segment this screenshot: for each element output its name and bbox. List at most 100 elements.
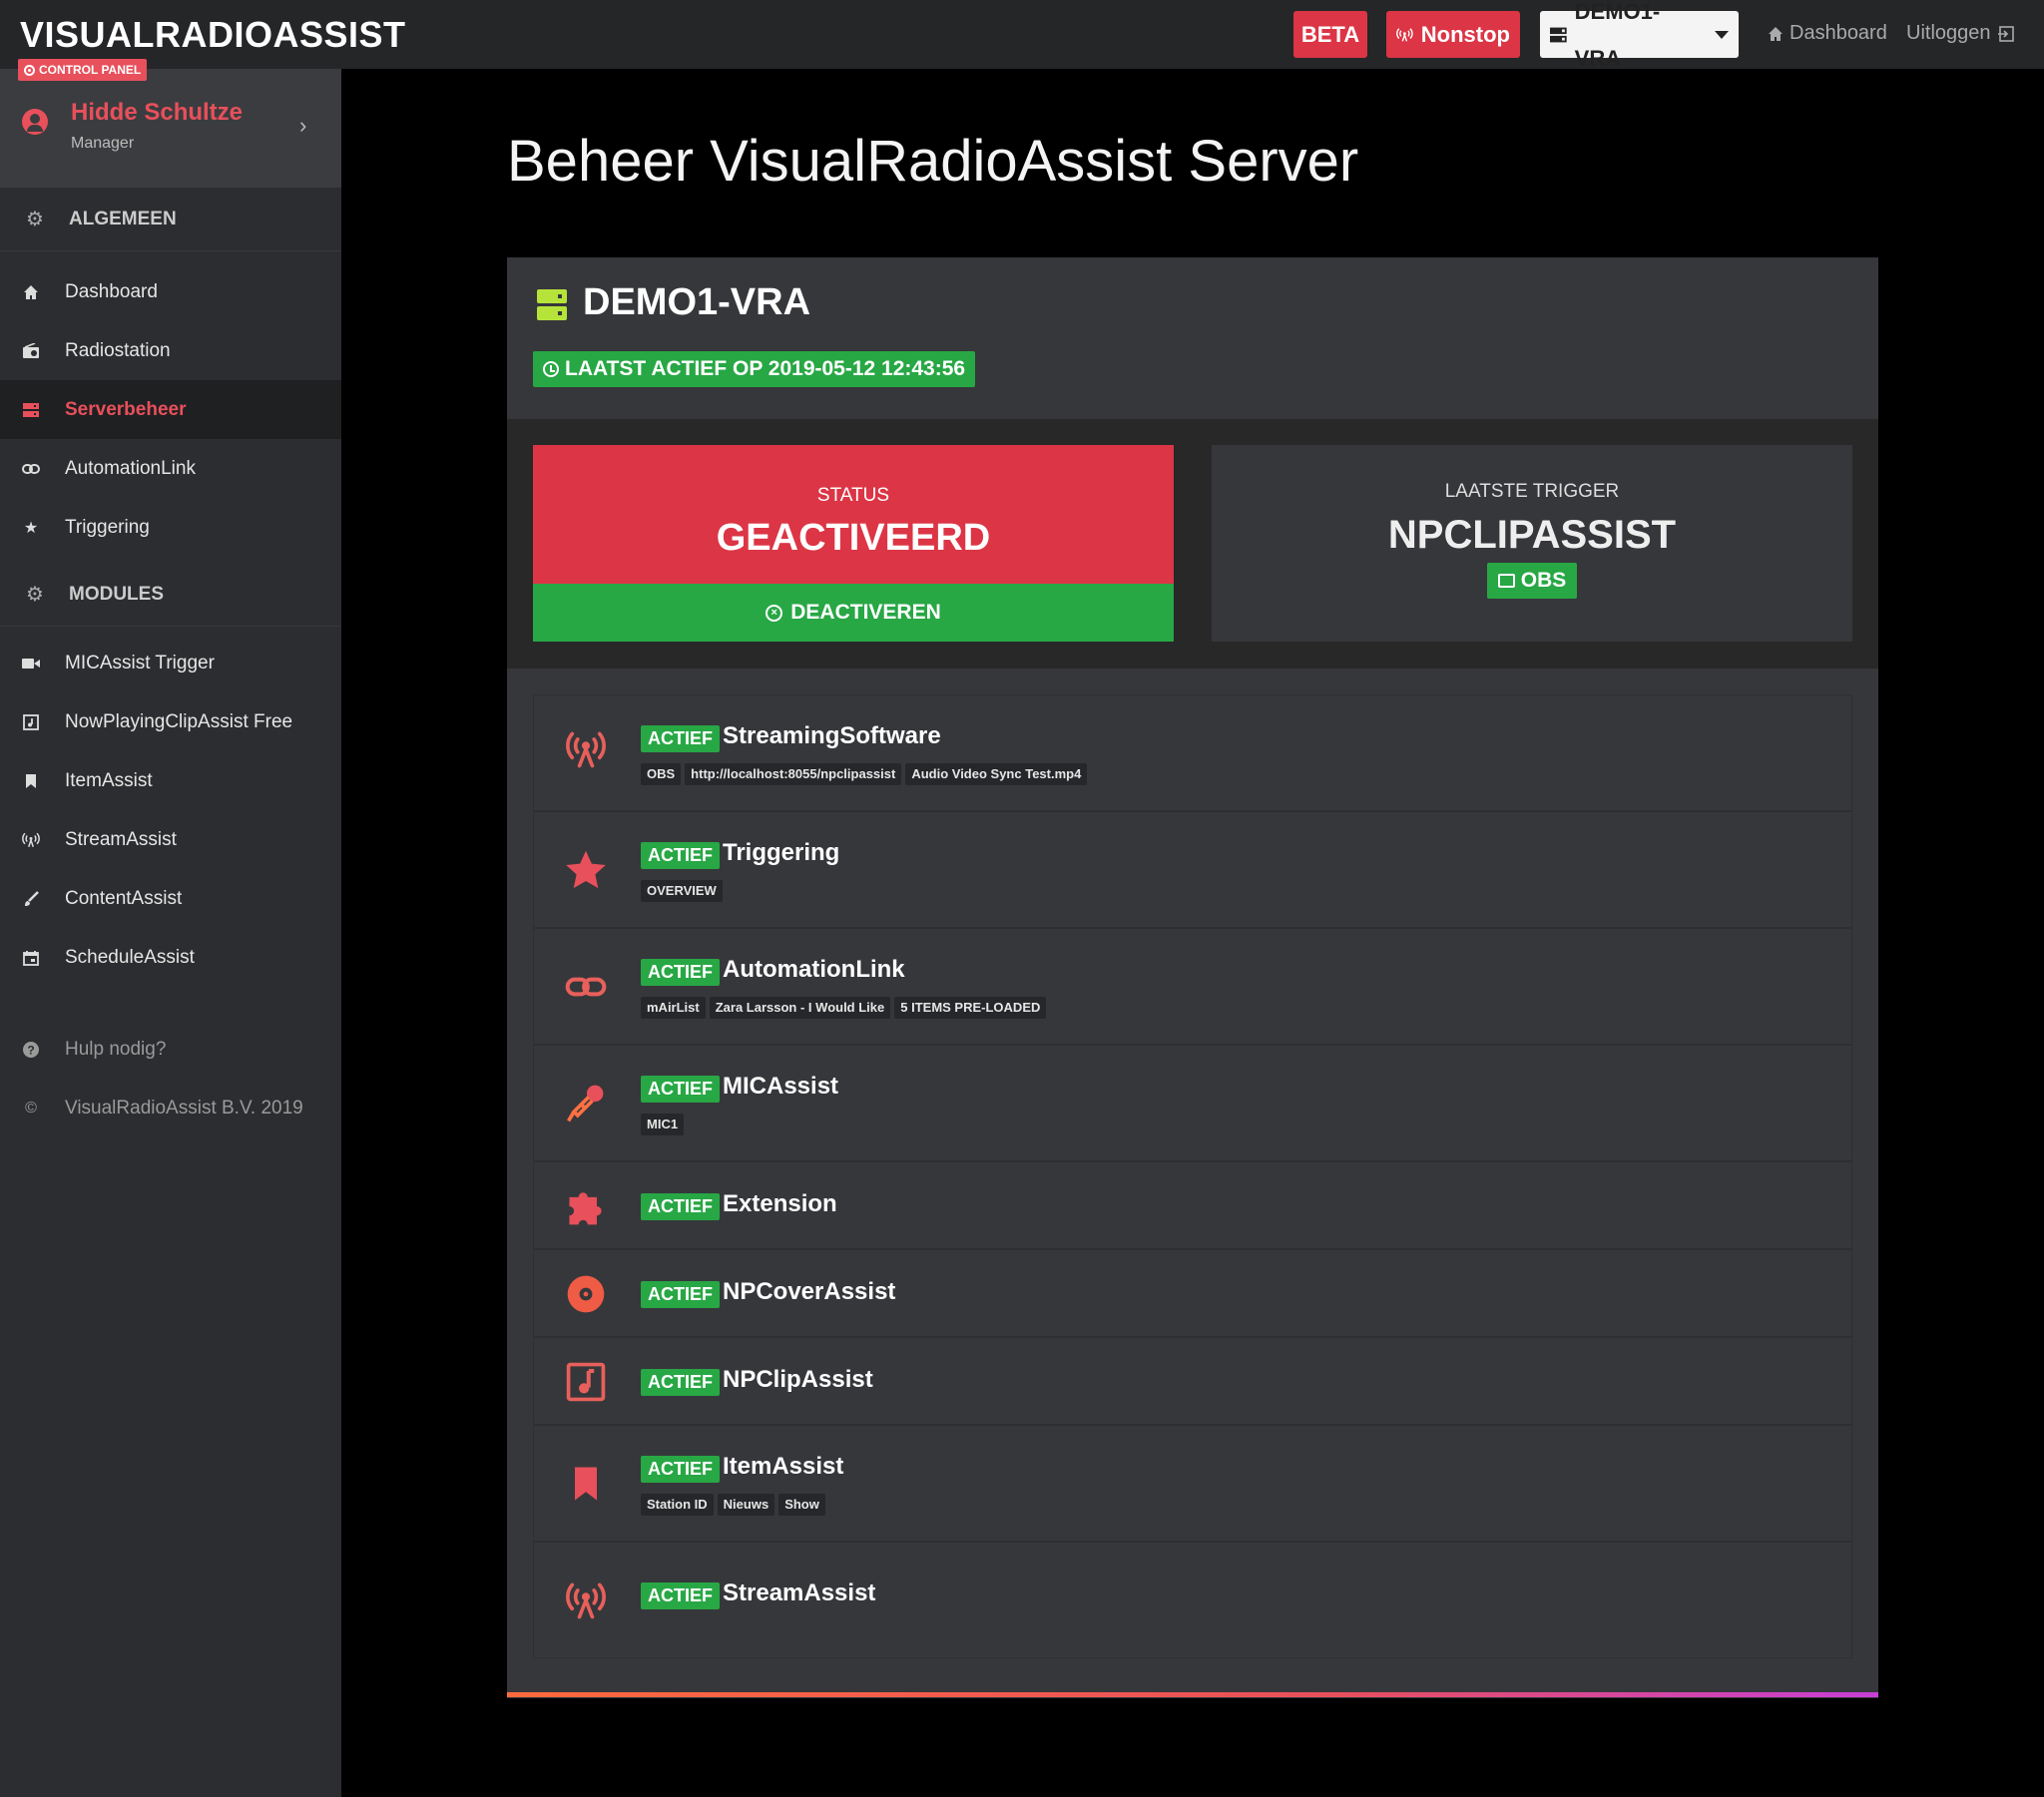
sidebar-item-nowplayingclipassist[interactable]: NowPlayingClipAssist Free	[0, 692, 341, 751]
server-dropdown[interactable]: DEMO1-VRA	[1540, 0, 1739, 71]
sidebar-item-triggering[interactable]: ★ Triggering	[0, 498, 341, 557]
module-status-badge: ACTIEF	[641, 1582, 720, 1609]
server-card-header: DEMO1-VRA LAATST ACTIEF OP 2019-05-12 12…	[507, 257, 1878, 419]
control-panel-badge: CONTROL PANEL	[18, 59, 148, 81]
clock-icon	[543, 361, 559, 377]
bookmark-icon	[564, 1462, 608, 1506]
last-trigger-label: LAATSTE TRIGGER	[1444, 481, 1620, 502]
server-name: DEMO1-VRA	[583, 281, 811, 323]
module-tag: OBS	[641, 763, 682, 785]
broadcast-icon	[1396, 27, 1413, 42]
video-camera-icon	[22, 655, 40, 673]
microphone-icon	[564, 1082, 608, 1125]
broadcast-icon	[564, 1578, 608, 1622]
logout-link[interactable]: Uitloggen	[1906, 22, 2015, 45]
sidebar-item-automationlink[interactable]: AutomationLink	[0, 439, 341, 498]
sidebar-item-scheduleassist[interactable]: ScheduleAssist	[0, 928, 341, 987]
user-name: Hidde Schultze	[71, 99, 244, 126]
logout-link-label: Uitloggen	[1906, 22, 1991, 44]
module-status-badge: ACTIEF	[641, 1369, 720, 1396]
module-item-streamassist[interactable]: ACTIEF StreamAssist	[533, 1542, 1852, 1658]
server-stats: STATUS GEACTIVEERD × DEACTIVEREN LAATSTE…	[507, 419, 1878, 669]
server-icon	[1550, 27, 1567, 42]
module-tags: MIC1	[641, 1114, 685, 1135]
module-tags: Station ID Nieuws Show	[641, 1494, 825, 1516]
module-status-badge: ACTIEF	[641, 1076, 720, 1103]
sidebar-item-contentassist[interactable]: ContentAssist	[0, 869, 341, 928]
server-icon	[22, 401, 40, 419]
chevron-right-icon: ›	[299, 113, 307, 138]
brand-logo[interactable]: VISUALRADIOASSIST	[20, 14, 406, 56]
module-status-badge: ACTIEF	[641, 959, 720, 986]
status-display: STATUS GEACTIVEERD	[533, 445, 1174, 584]
sidebar-item-label: Serverbeheer	[65, 398, 187, 420]
module-name: Extension	[723, 1190, 837, 1217]
module-name: StreamingSoftware	[723, 722, 941, 749]
target-icon	[24, 64, 35, 76]
sidebar-item-itemassist[interactable]: ItemAssist	[0, 751, 341, 810]
module-status-badge: ACTIEF	[641, 842, 720, 869]
beta-button[interactable]: BETA	[1293, 11, 1367, 58]
disc-icon	[564, 1272, 608, 1316]
sidebar-item-serverbeheer[interactable]: Serverbeheer	[0, 380, 341, 439]
sidebar-item-dashboard[interactable]: Dashboard	[0, 262, 341, 321]
module-item-extension[interactable]: ACTIEF Extension	[533, 1161, 1852, 1249]
sidebar-item-label: Radiostation	[65, 339, 171, 361]
logout-icon	[1997, 25, 2014, 42]
gear-icon: ⚙	[26, 584, 44, 606]
help-link[interactable]: ? Hulp nodig?	[0, 1020, 341, 1079]
module-tag: MIC1	[641, 1114, 685, 1135]
module-name: NPClipAssist	[723, 1366, 873, 1393]
module-tags: OVERVIEW	[641, 880, 723, 902]
module-item-npcoverassist[interactable]: ACTIEF NPCoverAssist	[533, 1249, 1852, 1337]
sidebar-section-label: MODULES	[69, 583, 164, 605]
module-tag: 5 ITEMS PRE-LOADED	[894, 997, 1047, 1019]
dashboard-link-label: Dashboard	[1789, 22, 1887, 44]
module-item-automationlink[interactable]: ACTIEF AutomationLink mAirList Zara Lars…	[533, 928, 1852, 1045]
module-name: Triggering	[723, 839, 840, 866]
nonstop-label: Nonstop	[1420, 22, 1510, 47]
sidebar-item-radiostation[interactable]: Radiostation	[0, 321, 341, 380]
module-item-itemassist[interactable]: ACTIEF ItemAssist Station ID Nieuws Show	[533, 1425, 1852, 1542]
trigger-source-badge: OBS	[1487, 563, 1577, 599]
module-tag: Zara Larsson - I Would Like	[709, 997, 891, 1019]
module-item-micassist[interactable]: ACTIEF MICAssist MIC1	[533, 1045, 1852, 1161]
sidebar-item-label: StreamAssist	[65, 828, 177, 850]
broadcast-icon	[22, 831, 40, 849]
accent-divider	[507, 1692, 1878, 1697]
module-name: StreamAssist	[723, 1579, 876, 1606]
module-item-npclipassist[interactable]: ACTIEF NPClipAssist	[533, 1337, 1852, 1425]
user-avatar-icon	[22, 109, 48, 135]
home-icon	[22, 283, 40, 301]
sidebar-item-label: ContentAssist	[65, 887, 183, 909]
module-tag: Station ID	[641, 1494, 714, 1516]
sidebar-item-micassist-trigger[interactable]: MICAssist Trigger	[0, 634, 341, 692]
page-title: Beheer VisualRadioAssist Server	[507, 129, 1359, 194]
server-card: DEMO1-VRA LAATST ACTIEF OP 2019-05-12 12…	[507, 257, 1878, 1698]
beta-label: BETA	[1300, 22, 1360, 47]
copyright-label: VisualRadioAssist B.V. 2019	[65, 1097, 303, 1119]
deactivate-button[interactable]: × DEACTIVEREN	[533, 584, 1174, 642]
module-item-streamingsoftware[interactable]: ACTIEF StreamingSoftware OBS http://loca…	[533, 694, 1852, 811]
module-tag: Nieuws	[717, 1494, 775, 1516]
last-trigger-panel: LAATSTE TRIGGER NPCLIPASSIST OBS	[1212, 445, 1852, 642]
module-name: NPCoverAssist	[723, 1278, 896, 1305]
link-icon	[564, 965, 608, 1009]
nonstop-button[interactable]: Nonstop	[1386, 11, 1520, 58]
copyright-item: © VisualRadioAssist B.V. 2019	[0, 1079, 341, 1137]
module-name: ItemAssist	[723, 1453, 844, 1480]
status-value: GEACTIVEERD	[716, 517, 991, 559]
sign-in-icon	[1497, 574, 1515, 588]
dashboard-link[interactable]: Dashboard	[1768, 22, 1887, 45]
caret-down-icon	[1715, 30, 1729, 39]
last-trigger-value: NPCLIPASSIST	[1387, 513, 1677, 557]
puzzle-icon	[564, 1184, 608, 1228]
sidebar-item-streamassist[interactable]: StreamAssist	[0, 810, 341, 869]
module-name: AutomationLink	[723, 956, 905, 983]
control-panel-label: CONTROL PANEL	[39, 63, 142, 77]
trigger-source-label: OBS	[1520, 569, 1567, 592]
module-item-triggering[interactable]: ACTIEF Triggering OVERVIEW	[533, 811, 1852, 928]
user-panel[interactable]: Hidde Schultze Manager ›	[0, 69, 341, 188]
question-icon: ?	[22, 1041, 40, 1059]
module-status-badge: ACTIEF	[641, 725, 720, 752]
